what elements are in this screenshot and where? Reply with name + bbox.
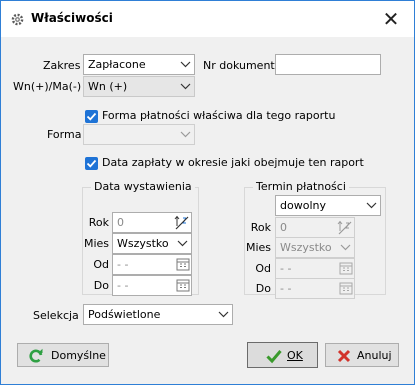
selekcja-label: Selekcja <box>33 309 79 322</box>
dw-mies-label: Mies <box>83 237 109 250</box>
checkmark-icon <box>86 159 97 168</box>
tp-mode-select[interactable]: dowolny <box>275 195 381 216</box>
data-wystawienia-title: Data wystawienia <box>91 180 195 193</box>
chevron-down-icon <box>363 196 380 215</box>
window-title: Właściwości <box>31 11 113 25</box>
termin-platnosci-title: Termin płatności <box>253 180 349 193</box>
nr-dokumentu-input[interactable] <box>275 54 381 75</box>
close-icon: ✕ <box>382 7 400 31</box>
chevron-down-icon <box>174 234 191 253</box>
data-zaplaty-checkbox[interactable] <box>85 157 98 170</box>
dw-rok-value: 0 <box>117 216 124 229</box>
chevron-down-icon <box>215 305 232 324</box>
checkmark-icon <box>86 112 97 121</box>
tp-rok-value: 0 <box>280 221 287 234</box>
tp-rok-input[interactable]: 0 <box>275 217 355 238</box>
chevron-down-icon <box>337 238 354 257</box>
tp-rok-label: Rok <box>250 221 271 234</box>
wn-ma-select[interactable]: Wn (+) <box>83 76 195 97</box>
tp-do-label: Do <box>255 282 271 295</box>
chevron-down-icon <box>177 77 194 96</box>
dw-rok-label: Rok <box>88 216 109 229</box>
calendar-icon[interactable] <box>339 281 353 295</box>
tp-mode-value: dowolny <box>280 199 326 212</box>
checkmark-icon <box>266 350 282 364</box>
anuluj-button[interactable]: Anuluj <box>325 343 399 367</box>
tp-od-value: - - <box>280 262 292 275</box>
calendar-icon[interactable] <box>176 257 190 271</box>
chevron-down-icon <box>177 55 194 74</box>
title-bar: Właściwości ✕ <box>1 1 414 37</box>
cross-icon <box>337 349 351 363</box>
zakres-value: Zapłacone <box>88 58 146 71</box>
tp-mies-label: Mies <box>245 241 271 254</box>
dw-do-value: - - <box>117 279 129 292</box>
close-button[interactable]: ✕ <box>368 1 414 37</box>
wn-ma-label: Wn(+)/Ma(-) <box>13 80 82 93</box>
tp-mies-value: Wszystko <box>280 241 332 254</box>
forma-label: Forma <box>47 128 82 141</box>
spin-sort-icon[interactable] <box>337 219 353 236</box>
ok-button[interactable]: OK <box>247 342 318 368</box>
selekcja-value: Podświetlone <box>88 308 161 321</box>
dw-mies-value: Wszystko <box>117 237 169 250</box>
anuluj-label: Anuluj <box>357 349 392 362</box>
calendar-icon[interactable] <box>176 278 190 292</box>
ok-label: OK <box>287 349 303 362</box>
zakres-label: Zakres <box>43 59 81 72</box>
gear-icon <box>11 13 24 26</box>
dw-rok-input[interactable]: 0 <box>112 212 192 233</box>
wn-ma-value: Wn (+) <box>88 80 128 93</box>
tp-od-input[interactable]: - - <box>275 258 355 279</box>
forma-platnosci-label: Forma płatności właściwa dla tego raport… <box>102 109 336 122</box>
spin-sort-icon[interactable] <box>174 214 190 231</box>
tp-mies-select[interactable]: Wszystko <box>275 237 355 258</box>
properties-dialog: Właściwości ✕ Zakres Zapłacone Nr dokume… <box>0 0 415 385</box>
nr-dokumentu-label: Nr dokumentu <box>203 59 282 72</box>
selekcja-select[interactable]: Podświetlone <box>83 304 233 325</box>
data-zaplaty-label: Data zapłaty w okresie jaki obejmuje ten… <box>102 156 364 169</box>
domyslne-button[interactable]: Domyślne <box>17 343 109 367</box>
dw-do-label: Do <box>93 279 109 292</box>
tp-od-label: Od <box>255 262 271 275</box>
domyslne-label: Domyślne <box>51 349 106 362</box>
dw-od-value: - - <box>117 258 129 271</box>
forma-select[interactable] <box>83 124 195 145</box>
zakres-select[interactable]: Zapłacone <box>83 54 195 75</box>
tp-do-value: - - <box>280 282 292 295</box>
refresh-icon <box>29 348 43 363</box>
dw-do-input[interactable]: - - <box>112 275 192 296</box>
chevron-down-icon <box>177 125 194 144</box>
calendar-icon[interactable] <box>339 261 353 275</box>
dw-od-input[interactable]: - - <box>112 254 192 275</box>
dw-mies-select[interactable]: Wszystko <box>112 233 192 254</box>
forma-platnosci-checkbox[interactable] <box>85 110 98 123</box>
dw-od-label: Od <box>93 258 109 271</box>
tp-do-input[interactable]: - - <box>275 278 355 299</box>
